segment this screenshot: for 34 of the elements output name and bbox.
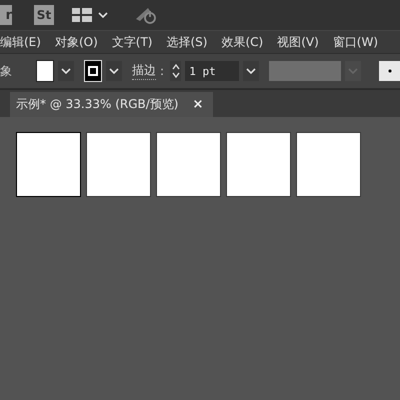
menu-item[interactable]: 窗口(W) bbox=[332, 34, 378, 50]
menu-item[interactable]: 对象(O) bbox=[54, 34, 98, 50]
stroke-dropdown[interactable] bbox=[106, 61, 122, 81]
stroke-label[interactable]: 描边 bbox=[132, 62, 156, 80]
menu-item[interactable]: 选择(S) bbox=[166, 34, 208, 50]
app-icon[interactable]: r bbox=[0, 5, 12, 25]
stroke-swatch[interactable] bbox=[84, 60, 102, 82]
brush-swatch[interactable] bbox=[379, 61, 400, 81]
fill-swatch[interactable] bbox=[36, 60, 54, 82]
power-icon[interactable] bbox=[134, 5, 158, 25]
chevron-down-icon bbox=[345, 61, 362, 81]
app-icon[interactable]: St bbox=[34, 5, 54, 25]
spinner-icon[interactable] bbox=[170, 61, 182, 81]
colon-text: : bbox=[160, 64, 164, 78]
stroke-weight-field[interactable]: 1 pt bbox=[185, 61, 240, 81]
chevron-down-icon bbox=[98, 12, 108, 18]
menu-item[interactable]: 效果(C) bbox=[221, 34, 264, 50]
layout-grid-icon[interactable] bbox=[72, 8, 92, 22]
artboard[interactable] bbox=[86, 132, 151, 197]
chevron-down-icon bbox=[61, 68, 71, 74]
chevron-down-icon bbox=[109, 68, 119, 74]
close-icon[interactable]: × bbox=[192, 97, 204, 112]
chevron-down-icon bbox=[246, 68, 256, 74]
menu-item[interactable]: 文字(T) bbox=[112, 34, 152, 50]
artboard[interactable] bbox=[226, 132, 291, 197]
document-tab[interactable]: 示例* @ 33.33% (RGB/预览) × bbox=[10, 92, 214, 117]
artboard[interactable] bbox=[16, 132, 81, 197]
artboard[interactable] bbox=[296, 132, 361, 197]
weight-dropdown[interactable] bbox=[243, 61, 260, 81]
menu-item[interactable]: 编辑(E) bbox=[0, 34, 41, 50]
fill-dropdown[interactable] bbox=[58, 61, 74, 81]
artboard[interactable] bbox=[156, 132, 221, 197]
control-label: 象 bbox=[0, 62, 12, 80]
menu-item[interactable]: 视图(V) bbox=[277, 34, 319, 50]
